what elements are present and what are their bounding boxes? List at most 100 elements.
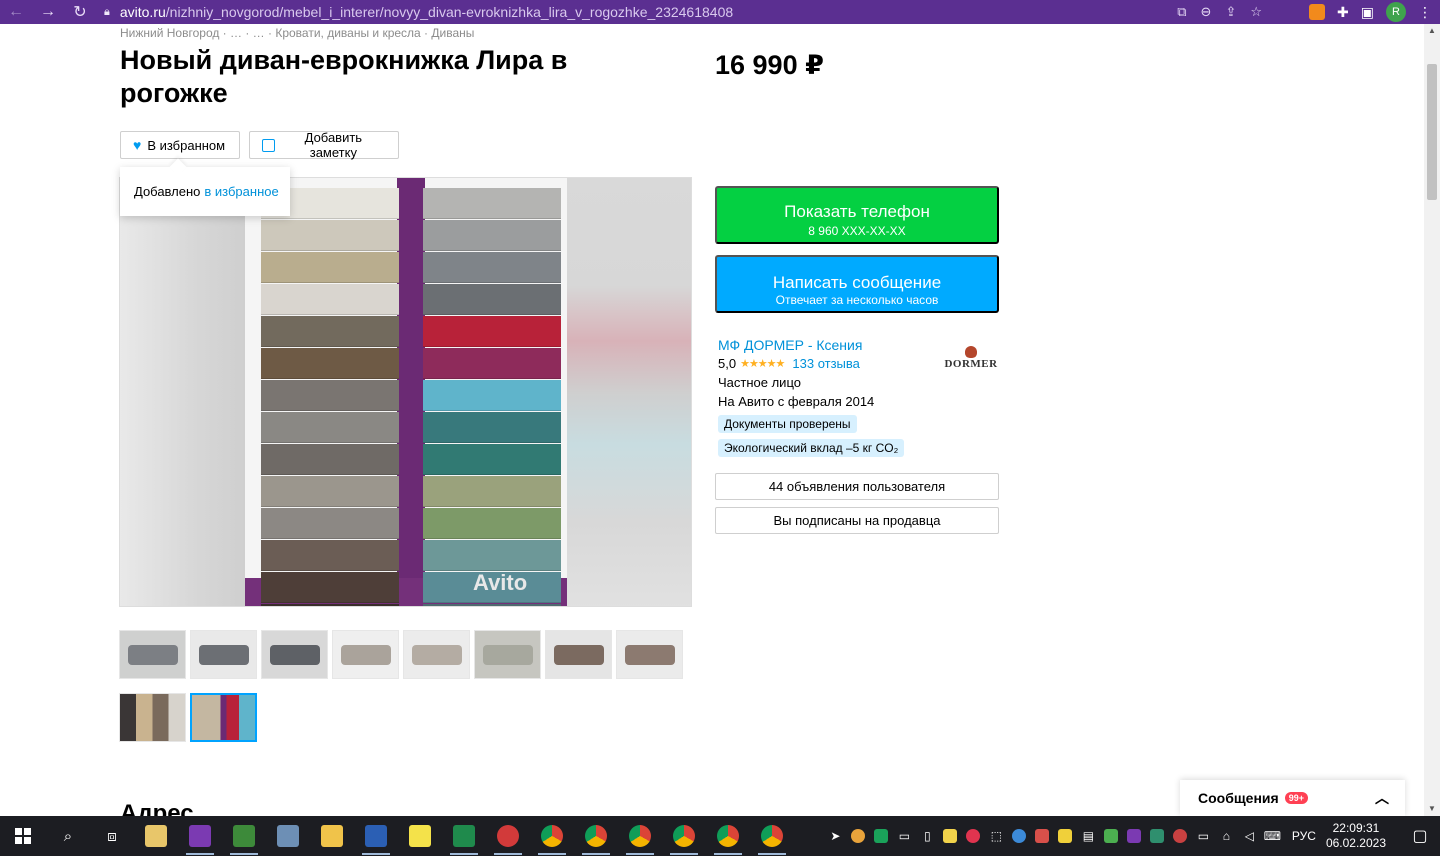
reload-icon[interactable]: ↻ (64, 0, 96, 24)
thumbnail[interactable] (616, 630, 683, 679)
taskbar-app-antivirus[interactable] (486, 816, 530, 856)
address-section-title: Адрес (120, 800, 194, 816)
chevron-up-icon[interactable]: ︿ (1375, 788, 1389, 808)
page-scrollbar[interactable]: ▲ ▼ (1424, 24, 1440, 816)
tray-fx-icon[interactable] (1146, 829, 1169, 843)
taskbar-app-sticky-notes[interactable] (398, 816, 442, 856)
taskbar-app-excel[interactable] (442, 816, 486, 856)
tray-antivirus-icon[interactable] (1169, 829, 1192, 843)
shield-icon[interactable] (870, 829, 893, 843)
metamask-extension-icon[interactable] (1309, 4, 1326, 20)
taskbar-app-chart[interactable] (222, 816, 266, 856)
tray-app-3-icon[interactable] (1031, 829, 1054, 843)
monitor-icon[interactable]: ▭ (893, 829, 916, 843)
thumbnail[interactable] (261, 630, 328, 679)
share-icon[interactable]: ⇪ (1225, 4, 1236, 20)
listing-price: 16 990 ₽ (715, 50, 824, 80)
listing-title: Новый диван-еврокнижка Лира в рогожке (120, 45, 568, 108)
browser-toolbar: ← → ↻ 🔒︎ avito.ru/nizhniy_novgorod/mebel… (0, 0, 1440, 24)
keyboard-icon[interactable]: ⌨ (1261, 829, 1284, 843)
browser-menu-icon[interactable]: ⋮ (1418, 4, 1432, 21)
taskbar-app-chrome-5[interactable] (706, 816, 750, 856)
url-path: /nizhniy_novgorod/mebel_i_interer/novyy_… (165, 4, 734, 20)
favorite-label: В избранном (147, 137, 226, 153)
clock[interactable]: 22:09:31 06.02.2023 (1326, 821, 1386, 851)
fabric-swatch (423, 348, 561, 379)
crest-icon (965, 346, 977, 358)
messages-widget[interactable]: Сообщения 99+ ︿ (1180, 780, 1405, 816)
start-button[interactable] (0, 816, 46, 856)
taskbar-app-explorer[interactable] (310, 816, 354, 856)
bookmark-star-icon[interactable]: ☆ (1250, 4, 1262, 20)
profile-avatar[interactable]: R (1386, 2, 1406, 22)
taskbar-app-photos[interactable] (266, 816, 310, 856)
zoom-icon[interactable]: ⊖ (1201, 4, 1212, 20)
taskbar-app-onenote[interactable] (178, 816, 222, 856)
write-message-button[interactable]: Написать сообщение Отвечает за несколько… (715, 255, 999, 313)
battery-icon[interactable]: ▭ (1192, 829, 1215, 843)
tray-app-5-icon[interactable] (1100, 829, 1123, 843)
taskbar-app-chrome-3[interactable] (618, 816, 662, 856)
seller-listings-button[interactable]: 44 объявления пользователя (715, 473, 999, 500)
task-view-icon[interactable]: ⧈ (90, 816, 134, 856)
snipping-icon[interactable]: ⬚ (985, 829, 1008, 843)
taskbar-app-chrome-2[interactable] (574, 816, 618, 856)
thumbnail[interactable] (545, 630, 612, 679)
reviews-link[interactable]: 133 отзыва (792, 356, 860, 371)
fabric-swatch (261, 252, 399, 283)
response-time: Отвечает за несколько часов (775, 292, 939, 307)
taskbar-app-chrome-6[interactable] (750, 816, 794, 856)
tray-app-4-icon[interactable] (1054, 829, 1077, 843)
back-icon[interactable]: ← (0, 0, 32, 24)
notes-icon[interactable] (939, 829, 962, 843)
thumbnail[interactable] (119, 693, 186, 742)
thumbnail-selected[interactable] (190, 693, 257, 742)
favorite-button[interactable]: ♥ В избранном (120, 131, 240, 159)
breadcrumb[interactable]: Нижний Новгород · … · … · Кровати, диван… (120, 26, 474, 40)
tray-onenote-icon[interactable] (1123, 829, 1146, 843)
input-language[interactable]: РУС (1292, 829, 1316, 843)
notifications-icon[interactable]: ▢ (1400, 826, 1440, 846)
search-icon[interactable]: ⌕ (46, 816, 90, 856)
tray-app-2-icon[interactable] (1008, 829, 1031, 843)
forward-icon[interactable]: → (32, 0, 64, 24)
favorite-tooltip: Добавлено в избранное (120, 167, 290, 216)
thumbnail[interactable] (119, 630, 186, 679)
taskbar-app-word[interactable] (354, 816, 398, 856)
tooltip-favorites-link[interactable]: в избранное (204, 184, 278, 199)
translate-icon[interactable]: ⧉ (1177, 4, 1186, 20)
telegram-icon[interactable]: ➤ (824, 829, 847, 843)
add-note-button[interactable]: Добавить заметку (249, 130, 399, 160)
scroll-up-icon[interactable]: ▲ (1424, 24, 1440, 38)
volume-icon[interactable]: ◁ (1238, 829, 1261, 843)
address-bar[interactable]: 🔒︎ avito.ru/nizhniy_novgorod/mebel_i_int… (104, 0, 1178, 24)
main-photo[interactable]: Avito (119, 177, 692, 607)
fabric-swatch (423, 316, 561, 347)
sidebar-icon[interactable]: ▣ (1361, 4, 1374, 21)
fabric-swatch (261, 540, 399, 571)
thumbnail[interactable] (403, 630, 470, 679)
eco-contribution-badge[interactable]: Экологический вклад –5 кг CO₂ (718, 439, 905, 457)
taskbar-app-chrome-4[interactable] (662, 816, 706, 856)
subscribed-button[interactable]: Вы подписаны на продавца (715, 507, 999, 534)
scroll-thumb[interactable] (1427, 64, 1437, 200)
scroll-down-icon[interactable]: ▼ (1424, 802, 1440, 816)
extensions-puzzle-icon[interactable]: ✚ (1337, 4, 1349, 21)
document-icon[interactable]: ▯ (916, 829, 939, 843)
opera-icon[interactable] (962, 829, 985, 843)
heart-icon: ♥ (133, 137, 142, 153)
fabric-swatch (423, 188, 561, 219)
seller-logo[interactable]: DORMER (940, 344, 1002, 384)
show-phone-button[interactable]: Показать телефон 8 960 XXX-XX-XX (715, 186, 999, 244)
window-icon[interactable]: ▤ (1077, 829, 1100, 843)
network-icon[interactable]: ⌂ (1215, 829, 1238, 843)
thumbnail[interactable] (332, 630, 399, 679)
taskbar-app-chrome-1[interactable] (530, 816, 574, 856)
thumbnail[interactable] (474, 630, 541, 679)
thumbnail[interactable] (190, 630, 257, 679)
fabric-swatch (423, 380, 561, 411)
note-icon (262, 138, 275, 152)
fabric-swatch (261, 316, 399, 347)
taskbar-app-files[interactable] (134, 816, 178, 856)
tray-app-icon[interactable] (847, 829, 870, 843)
